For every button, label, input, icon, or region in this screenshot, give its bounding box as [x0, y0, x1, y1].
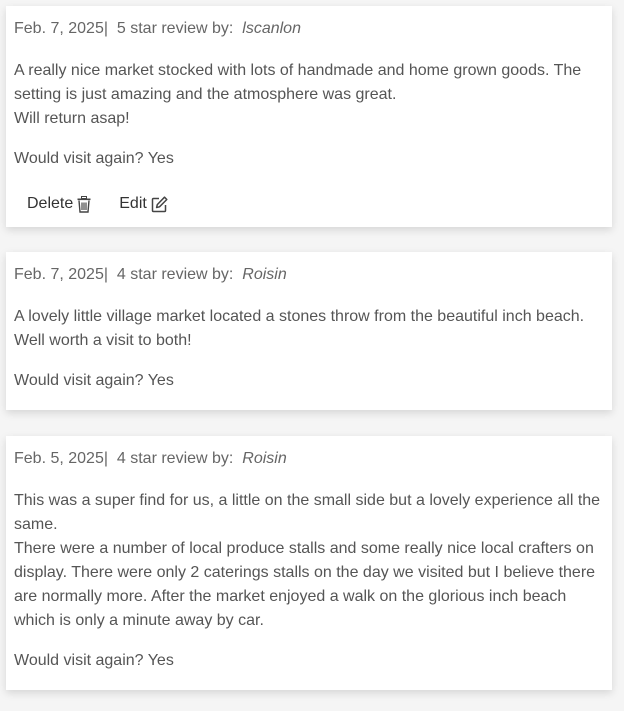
review-date: Feb. 7, 2025	[14, 266, 104, 283]
review-body-line: Will return asap!	[14, 110, 130, 127]
review-rating: 5 star review by:	[116, 20, 234, 37]
delete-label: Delete	[27, 195, 74, 212]
review-separator: |	[103, 20, 108, 37]
edit-button[interactable]: Edit	[119, 195, 168, 213]
review-body: A lovely little village market located a…	[14, 305, 604, 353]
delete-button[interactable]: Delete	[27, 195, 91, 213]
review-separator: |	[103, 266, 108, 283]
review-author: lscanlon	[242, 20, 301, 37]
review-card: Feb. 7, 2025| 4 star review by: Roisin A…	[6, 252, 612, 410]
review-body-line: A lovely little village market located a…	[14, 308, 585, 349]
review-body-line: There were a number of local produce sta…	[14, 540, 596, 629]
review-rating: 4 star review by:	[116, 450, 234, 467]
review-author: Roisin	[242, 266, 287, 283]
review-actions: Delete Edit	[14, 195, 604, 213]
visit-again: Would visit again? Yes	[14, 150, 174, 167]
review-card: Feb. 7, 2025| 5 star review by: lscanlon…	[6, 6, 612, 227]
review-body: A really nice market stocked with lots o…	[14, 59, 604, 131]
review-body-line: This was a super find for us, a little o…	[14, 492, 601, 533]
review-rating: 4 star review by:	[116, 266, 234, 283]
review-card: Feb. 5, 2025| 4 star review by: Roisin T…	[6, 436, 612, 690]
review-body: This was a super find for us, a little o…	[14, 489, 604, 633]
trash-icon	[77, 195, 91, 213]
review-meta: Feb. 7, 2025| 4 star review by: Roisin	[14, 264, 604, 286]
edit-label: Edit	[119, 195, 147, 212]
visit-again: Would visit again? Yes	[14, 372, 174, 389]
review-meta: Feb. 7, 2025| 5 star review by: lscanlon	[14, 18, 604, 40]
edit-icon	[151, 195, 168, 213]
review-date: Feb. 7, 2025	[14, 20, 104, 37]
visit-again: Would visit again? Yes	[14, 652, 174, 669]
review-date: Feb. 5, 2025	[14, 450, 104, 467]
review-separator: |	[103, 450, 108, 467]
review-body-line: A really nice market stocked with lots o…	[14, 62, 582, 103]
review-author: Roisin	[242, 450, 287, 467]
review-meta: Feb. 5, 2025| 4 star review by: Roisin	[14, 448, 604, 470]
